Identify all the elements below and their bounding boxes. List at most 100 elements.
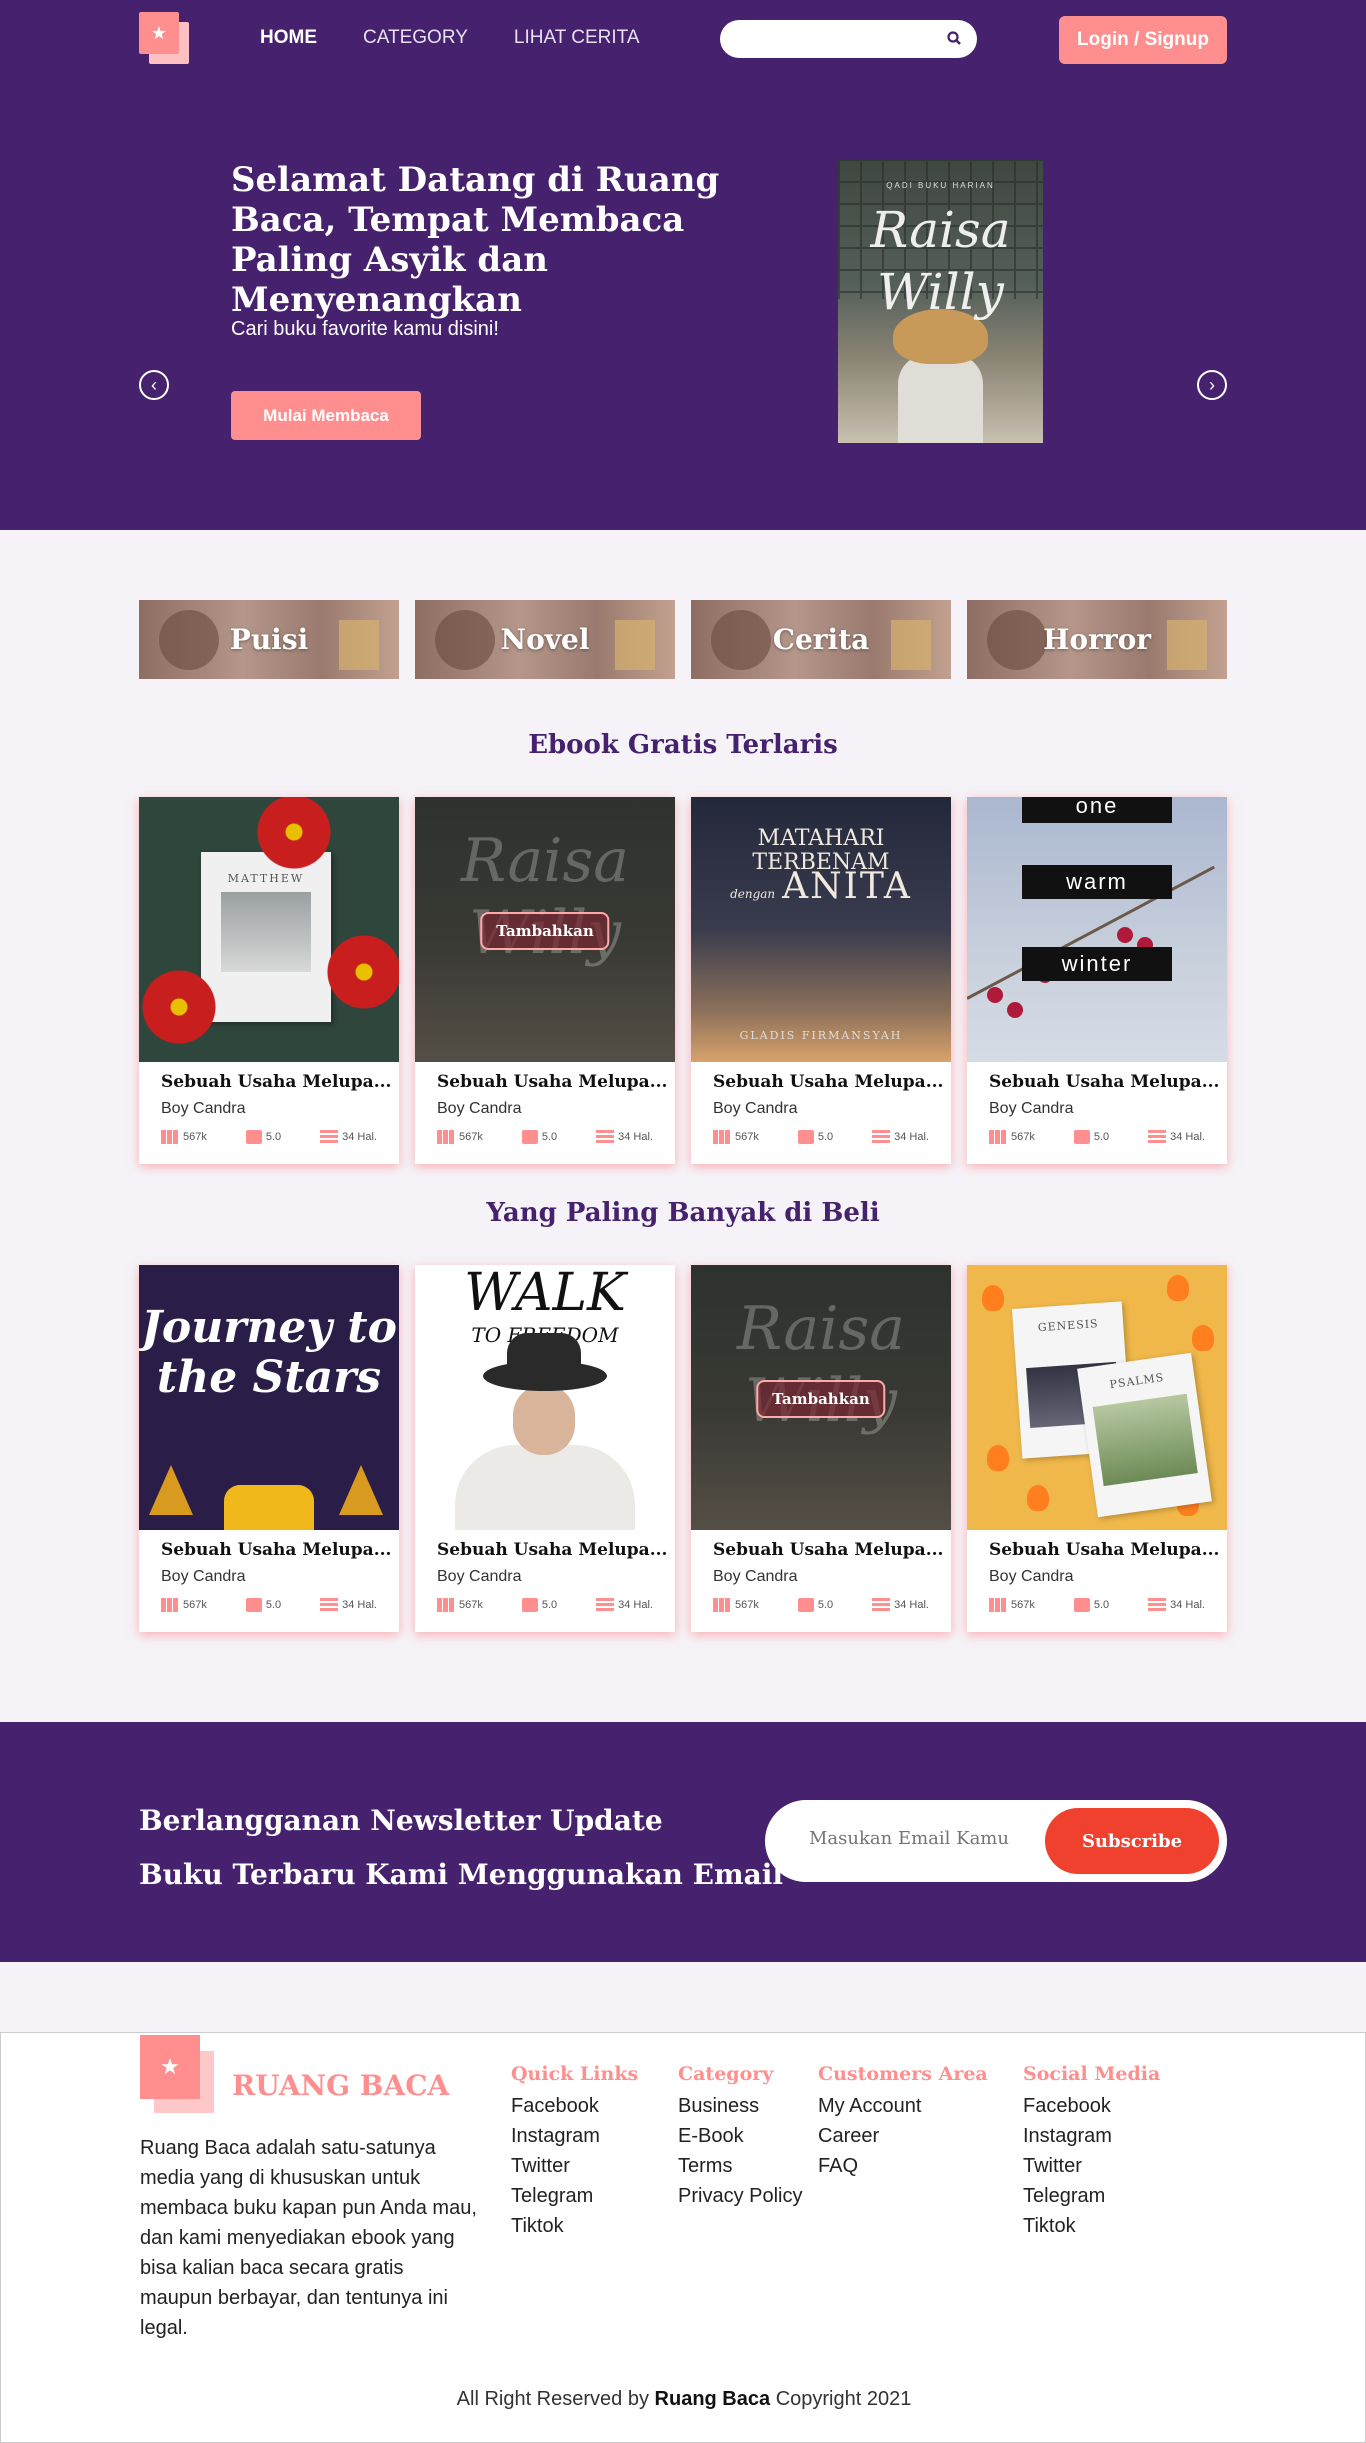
start-reading-button[interactable]: Mulai Membaca <box>231 391 421 440</box>
footer-link[interactable]: Facebook <box>1023 2091 1160 2121</box>
add-button[interactable]: Tambahkan <box>756 1380 886 1418</box>
book-card[interactable]: Raisa Willy Tambahkan Sebuah Usaha Melup… <box>415 797 675 1164</box>
book-title: Sebuah Usaha Melupa... <box>989 1072 1220 1092</box>
chevron-right-icon[interactable]: › <box>1197 370 1227 400</box>
nav-link-home[interactable]: HOME <box>260 27 317 49</box>
newsletter-form: Subscribe <box>765 1800 1227 1882</box>
search-input[interactable] <box>720 20 977 58</box>
book-card[interactable]: MATAHARI TERBENAM dengan ANITA GLADIS FI… <box>691 797 951 1164</box>
footer-link[interactable]: Career <box>818 2121 988 2151</box>
book-author: Boy Candra <box>989 1568 1074 1585</box>
book-cover: WALK TO FREEDOM <box>415 1265 675 1530</box>
footer-logo[interactable]: ★ <box>140 2033 216 2113</box>
book-stats: 567k 5.0 34 Hal. <box>161 1130 377 1144</box>
book-author: Boy Candra <box>161 1100 246 1117</box>
pages-icon <box>320 1598 339 1612</box>
category-horror[interactable]: Horror <box>967 600 1227 679</box>
book-row: Journey to the Stars Sebuah Usaha Melupa… <box>139 1265 1227 1632</box>
book-card[interactable]: GENESIS PSALMS Sebuah Usaha Melupa... Bo… <box>967 1265 1227 1632</box>
book-title: Sebuah Usaha Melupa... <box>713 1540 944 1560</box>
footer-link[interactable]: Tiktok <box>1023 2211 1160 2241</box>
section-title: Ebook Gratis Terlaris <box>528 730 838 760</box>
nav-link-category[interactable]: CATEGORY <box>363 27 468 49</box>
star-icon: ★ <box>139 12 179 54</box>
star-icon: ★ <box>140 2035 200 2099</box>
book-cover: one warm winter <box>967 797 1227 1062</box>
pages-icon <box>872 1598 891 1612</box>
cover-title: Raisa Willy <box>870 201 1011 321</box>
book-author: Boy Candra <box>713 1568 798 1585</box>
book-card[interactable]: one warm winter Sebuah Usaha Melupa... B… <box>967 797 1227 1164</box>
email-field[interactable] <box>809 1828 1039 1849</box>
rating-icon <box>521 1598 538 1612</box>
book-title: Sebuah Usaha Melupa... <box>437 1540 668 1560</box>
views-icon <box>161 1598 179 1612</box>
footer-link[interactable]: E-Book <box>678 2121 802 2151</box>
footer-link[interactable]: Telegram <box>1023 2181 1160 2211</box>
footer-brand: RUANG BACA <box>232 2069 450 2102</box>
book-title: Sebuah Usaha Melupa... <box>161 1072 392 1092</box>
footer-link[interactable]: Facebook <box>511 2091 638 2121</box>
subscribe-button[interactable]: Subscribe <box>1045 1808 1219 1874</box>
search-icon[interactable] <box>945 29 965 49</box>
footer-link[interactable]: FAQ <box>818 2151 988 2181</box>
book-cover: Journey to the Stars <box>139 1265 399 1530</box>
views-icon <box>437 1130 455 1144</box>
pages-icon <box>1148 1598 1167 1612</box>
book-author: Boy Candra <box>161 1568 246 1585</box>
footer-link[interactable]: Tiktok <box>511 2211 638 2241</box>
newsletter-heading: Berlangganan Newsletter Update Buku Terb… <box>139 1804 783 1891</box>
rating-icon <box>797 1130 814 1144</box>
footer-link[interactable]: Telegram <box>511 2181 638 2211</box>
footer-link[interactable]: Twitter <box>1023 2151 1160 2181</box>
logo[interactable]: ★ <box>139 12 191 66</box>
book-card[interactable]: WALK TO FREEDOM Sebuah Usaha Melupa... B… <box>415 1265 675 1632</box>
login-signup-button[interactable]: Login / Signup <box>1059 16 1227 64</box>
nav-link-lihat-cerita[interactable]: LIHAT CERITA <box>514 27 640 49</box>
rating-icon <box>797 1598 814 1612</box>
category-puisi[interactable]: Puisi <box>139 600 399 679</box>
book-cover: MATAHARI TERBENAM dengan ANITA GLADIS FI… <box>691 797 951 1062</box>
footer-link[interactable]: Business <box>678 2091 802 2121</box>
top-nav: ★ HOME CATEGORY LIHAT CERITA Login / Sig… <box>0 0 1366 80</box>
newsletter-section: Berlangganan Newsletter Update Buku Terb… <box>0 1722 1366 1962</box>
footer-link[interactable]: My Account <box>818 2091 988 2121</box>
footer-link[interactable]: Twitter <box>511 2151 638 2181</box>
book-cover: Raisa Willy Tambahkan <box>691 1265 951 1530</box>
pages-icon <box>1148 1130 1167 1144</box>
book-cover: MATTHEW <box>139 797 399 1062</box>
rating-icon <box>245 1130 262 1144</box>
footer-link[interactable]: Instagram <box>1023 2121 1160 2151</box>
footer-column-social-media: Social Media Facebook Instagram Twitter … <box>1023 2063 1160 2241</box>
footer-column-customers-area: Customers Area My Account Career FAQ <box>818 2063 988 2181</box>
views-icon <box>713 1598 731 1612</box>
rating-icon <box>1073 1130 1090 1144</box>
category-cerita[interactable]: Cerita <box>691 600 951 679</box>
hero-banner: ‹ Selamat Datang di Ruang Baca, Tempat M… <box>0 80 1366 530</box>
book-author: Boy Candra <box>437 1100 522 1117</box>
copyright: All Right Reserved by Ruang Baca Copyrig… <box>456 2388 912 2410</box>
footer-link[interactable]: Terms <box>678 2151 802 2181</box>
section-title: Yang Paling Banyak di Beli <box>486 1198 880 1228</box>
add-button[interactable]: Tambahkan <box>480 912 610 950</box>
footer-link[interactable]: Privacy Policy <box>678 2181 802 2211</box>
book-title: Sebuah Usaha Melupa... <box>161 1540 392 1560</box>
book-card[interactable]: Raisa Willy Tambahkan Sebuah Usaha Melup… <box>691 1265 951 1632</box>
footer: ★ RUANG BACA Ruang Baca adalah satu-satu… <box>0 2032 1366 2443</box>
book-stats: 567k 5.0 34 Hal. <box>713 1598 929 1612</box>
category-novel[interactable]: Novel <box>415 600 675 679</box>
book-title: Sebuah Usaha Melupa... <box>713 1072 944 1092</box>
book-author: Boy Candra <box>437 1568 522 1585</box>
book-card[interactable]: Journey to the Stars Sebuah Usaha Melupa… <box>139 1265 399 1632</box>
nav-links: HOME CATEGORY LIHAT CERITA <box>260 27 640 49</box>
book-row: MATTHEW Sebuah Usaha Melupa... Boy Candr… <box>139 797 1227 1164</box>
footer-link[interactable]: Instagram <box>511 2121 638 2151</box>
book-title: Sebuah Usaha Melupa... <box>989 1540 1220 1560</box>
pages-icon <box>596 1598 615 1612</box>
pages-icon <box>320 1130 339 1144</box>
book-stats: 567k 5.0 34 Hal. <box>161 1598 377 1612</box>
book-card[interactable]: MATTHEW Sebuah Usaha Melupa... Boy Candr… <box>139 797 399 1164</box>
chevron-left-icon[interactable]: ‹ <box>139 370 169 400</box>
hero-book-cover[interactable]: QADI BUKU HARIAN Raisa Willy <box>838 159 1043 443</box>
footer-column-quick-links: Quick Links Facebook Instagram Twitter T… <box>511 2063 638 2241</box>
